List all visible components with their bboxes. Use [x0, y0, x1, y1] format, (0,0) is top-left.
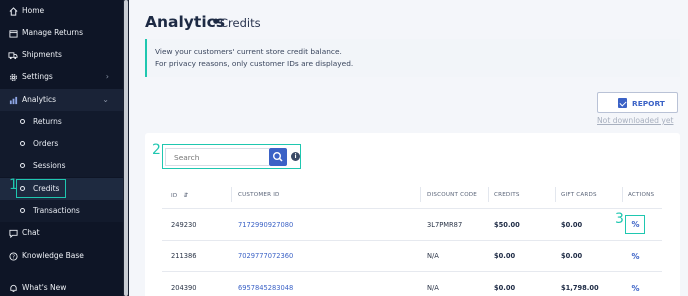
- cell-credits: $50.00: [494, 221, 520, 229]
- sidebar-item-label: What's New: [22, 283, 67, 292]
- chat-icon: [8, 228, 18, 238]
- column-separator: [420, 187, 421, 202]
- sidebar-item-label: Manage Returns: [22, 28, 83, 37]
- info-callout: View your customers' current store credi…: [145, 39, 680, 77]
- cell-id: 249230: [171, 221, 197, 229]
- chevron-down-icon: ⌄: [102, 95, 109, 104]
- sidebar-subitem-returns[interactable]: Returns: [0, 111, 123, 133]
- help-icon: ?: [8, 251, 18, 261]
- sidebar-item-whats-new[interactable]: What's New: [0, 277, 123, 296]
- cell-gift-cards: $0.00: [561, 252, 583, 260]
- page-subtitle: Credits: [220, 16, 261, 30]
- bullet-icon: [20, 163, 25, 168]
- sidebar-item-manage-returns[interactable]: Manage Returns: [0, 22, 123, 44]
- search-button[interactable]: [269, 148, 287, 166]
- bullet-icon: [20, 141, 25, 146]
- annotation-box-credits: [16, 179, 66, 198]
- sidebar-subitem-label: Transactions: [33, 206, 80, 215]
- annotation-number-1: 1: [9, 177, 18, 193]
- table-divider: [162, 271, 662, 272]
- table-divider: [162, 240, 662, 241]
- bullet-icon: [20, 119, 25, 124]
- column-header-discount-code: DISCOUNT CODE: [427, 192, 478, 198]
- search-input[interactable]: [165, 148, 269, 166]
- cell-id: 204390: [171, 284, 197, 292]
- bell-icon: [8, 283, 18, 293]
- sidebar-subitem-sessions[interactable]: Sessions: [0, 155, 123, 177]
- cell-gift-cards: $0.00: [561, 221, 583, 229]
- bullet-icon: [20, 208, 25, 213]
- sidebar: Home Manage Returns Shipments Settings ›…: [0, 0, 123, 296]
- discount-action-icon[interactable]: %: [631, 252, 640, 261]
- sort-icon[interactable]: ⇵: [183, 192, 188, 199]
- column-header-credits: CREDITS: [494, 192, 520, 198]
- report-status-link[interactable]: Not downloaded yet: [597, 116, 674, 125]
- chart-icon: [8, 95, 18, 105]
- sidebar-scrollbar[interactable]: [123, 0, 129, 296]
- cell-customer-id-link[interactable]: 7172990927080: [238, 221, 293, 229]
- report-button-label: REPORT: [632, 99, 665, 108]
- sidebar-item-analytics[interactable]: Analytics ⌄: [0, 89, 123, 111]
- download-icon: [618, 98, 627, 108]
- sidebar-item-shipments[interactable]: Shipments: [0, 44, 123, 66]
- cell-gift-cards: $1,798.00: [561, 284, 599, 292]
- home-icon: [8, 6, 18, 16]
- cell-credits: $0.00: [494, 284, 516, 292]
- table-divider: [162, 208, 662, 209]
- column-header-actions: ACTIONS: [628, 192, 655, 198]
- annotation-box-action: [625, 215, 645, 234]
- annotation-number-2: 2: [152, 142, 161, 158]
- sidebar-item-home[interactable]: Home: [0, 0, 123, 22]
- sidebar-item-label: Analytics: [22, 95, 57, 104]
- chevron-right-icon: ›: [105, 72, 109, 81]
- search-icon: [272, 151, 283, 162]
- cell-discount-code: N/A: [427, 284, 439, 292]
- cell-credits: $0.00: [494, 252, 516, 260]
- gear-icon: [8, 72, 18, 82]
- column-separator: [488, 187, 489, 202]
- sidebar-item-knowledge-base[interactable]: ? Knowledge Base: [0, 245, 123, 267]
- cell-discount-code: N/A: [427, 252, 439, 260]
- info-text-line-1: View your customers' current store credi…: [155, 47, 342, 56]
- sidebar-subitem-transactions[interactable]: Transactions: [0, 200, 123, 222]
- scrollbar-thumb[interactable]: [124, 0, 128, 296]
- cell-customer-id-link[interactable]: 6957845283048: [238, 284, 293, 292]
- sidebar-item-chat[interactable]: Chat: [0, 222, 123, 244]
- sidebar-subitem-label: Orders: [33, 139, 59, 148]
- info-text-line-2: For privacy reasons, only customer IDs a…: [155, 59, 354, 68]
- info-icon[interactable]: i: [291, 152, 300, 161]
- sidebar-item-settings[interactable]: Settings ›: [0, 66, 123, 88]
- sidebar-subitem-label: Sessions: [33, 161, 66, 170]
- cell-customer-id-link[interactable]: 7029777072360: [238, 252, 293, 260]
- column-header-id[interactable]: ID ⇵: [171, 192, 189, 199]
- cell-discount-code: 3L7PMR87: [427, 221, 463, 229]
- sidebar-item-label: Chat: [22, 228, 40, 237]
- column-separator: [622, 187, 623, 202]
- discount-action-icon[interactable]: %: [631, 284, 640, 293]
- column-header-label: ID: [171, 193, 178, 199]
- column-separator: [231, 187, 232, 202]
- sidebar-item-label: Home: [22, 6, 45, 15]
- returns-icon: [8, 28, 18, 38]
- sidebar-subitem-orders[interactable]: Orders: [0, 133, 123, 155]
- column-header-customer-id: CUSTOMER ID: [238, 192, 280, 198]
- sidebar-item-label: Settings: [22, 72, 53, 81]
- sidebar-item-label: Knowledge Base: [22, 251, 84, 260]
- truck-icon: [8, 50, 18, 60]
- report-button[interactable]: REPORT: [597, 92, 678, 113]
- sidebar-subitem-label: Returns: [33, 117, 62, 126]
- annotation-number-3: 3: [615, 211, 624, 227]
- svg-text:?: ?: [12, 254, 15, 260]
- cell-id: 211386: [171, 252, 197, 260]
- sidebar-item-label: Shipments: [22, 50, 62, 59]
- column-separator: [555, 187, 556, 202]
- column-header-gift-cards: GIFT CARDS: [561, 192, 597, 198]
